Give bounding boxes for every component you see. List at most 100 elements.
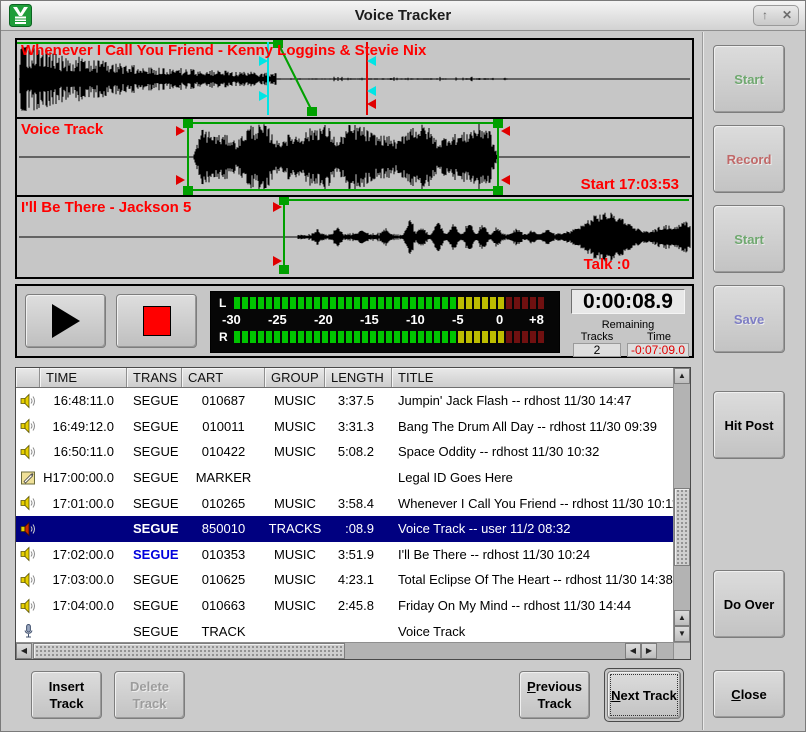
cell-title: Legal ID Goes Here (392, 470, 673, 485)
remaining-tracks-value: 2 (573, 343, 621, 357)
cell-time: 16:50:11.0 (40, 444, 127, 459)
cell-trans: SEGUE (127, 470, 182, 485)
log-row[interactable]: 16:48:11.0SEGUE010687MUSIC3:37.5Jumpin' … (16, 388, 673, 414)
col-title[interactable]: TITLE (392, 368, 673, 387)
cell-title: Whenever I Call You Friend -- rdhost 11/… (392, 496, 673, 511)
cell-title: Total Eclipse Of The Heart -- rdhost 11/… (392, 572, 673, 587)
previous-track-button[interactable]: Previous Track (519, 671, 590, 719)
cell-group: MUSIC (265, 393, 325, 408)
log-row[interactable]: SEGUETRACKVoice Track (16, 618, 673, 642)
titlebar[interactable]: Voice Tracker ↑ ✕ (1, 1, 805, 31)
col-group[interactable]: GROUP (265, 368, 325, 387)
remaining-label: Remaining (571, 319, 685, 331)
log-row[interactable]: 17:04:00.0SEGUE010663MUSIC2:45.8Friday O… (16, 593, 673, 619)
next-track-button[interactable]: Next Track (607, 671, 681, 719)
hit-post-button[interactable]: Hit Post (713, 391, 785, 459)
note-icon (16, 470, 40, 486)
log-row[interactable]: 17:01:00.0SEGUE010265MUSIC3:58.4Whenever… (16, 490, 673, 516)
vertical-scrollbar[interactable]: ▲ ▲ ▼ (673, 368, 690, 642)
scroll-up-icon[interactable]: ▲ (674, 368, 690, 384)
cell-time: 17:03:00.0 (40, 572, 127, 587)
cell-len: 4:23.1 (325, 572, 392, 587)
track3-title: I'll Be There - Jackson 5 (21, 199, 191, 216)
track-panel-overlapping-song[interactable]: Whenever I Call You Friend - Kenny Loggi… (15, 38, 694, 119)
cell-len: 3:51.9 (325, 547, 392, 562)
delete-track-button: Delete Track (114, 671, 185, 719)
elapsed-time-display: 0:00:08.9 (571, 289, 685, 314)
speaker-icon (16, 495, 40, 511)
meter-scale-tick: -15 (360, 312, 379, 327)
log-row[interactable]: 16:50:11.0SEGUE010422MUSIC5:08.2Space Od… (16, 439, 673, 465)
cell-title: Space Oddity -- rdhost 11/30 10:32 (392, 444, 673, 459)
play-icon (52, 304, 80, 338)
cell-group: MUSIC (265, 598, 325, 613)
col-icon[interactable] (16, 368, 40, 387)
close-button[interactable]: Close (713, 670, 785, 718)
log-row[interactable]: 17:03:00.0SEGUE010625MUSIC4:23.1Total Ec… (16, 567, 673, 593)
do-over-button[interactable]: Do Over (713, 570, 785, 638)
log-row[interactable]: 16:49:12.0SEGUE010011MUSIC3:31.3Bang The… (16, 414, 673, 440)
horizontal-scroll-thumb[interactable] (33, 643, 345, 659)
track-panel-voice-track[interactable]: Voice Track Start 17:03:53 (15, 119, 694, 197)
scroll-left-icon[interactable]: ◀ (16, 643, 32, 659)
meter-scale-tick: -5 (452, 312, 464, 327)
speaker-icon (16, 572, 40, 588)
vertical-scroll-thumb[interactable] (674, 488, 690, 566)
cell-title: Friday On My Mind -- rdhost 11/30 14:44 (392, 598, 673, 613)
cell-time: 16:49:12.0 (40, 419, 127, 434)
cell-trans: SEGUE (127, 521, 182, 536)
cell-group: MUSIC (265, 547, 325, 562)
cell-time: H17:00:00.0 (40, 470, 127, 485)
cell-cart: 010011 (182, 419, 265, 434)
cell-group: MUSIC (265, 419, 325, 434)
cell-cart: 850010 (182, 521, 265, 536)
cell-title: Voice Track (392, 624, 673, 639)
cell-len: 3:31.3 (325, 419, 392, 434)
insert-track-button[interactable]: Insert Track (31, 671, 102, 719)
cell-trans: SEGUE (127, 444, 182, 459)
cell-group: MUSIC (265, 572, 325, 587)
cell-title: Voice Track -- user 11/2 08:32 (392, 521, 673, 536)
scroll-down-icon[interactable]: ▼ (674, 626, 690, 642)
cell-len: 3:58.4 (325, 496, 392, 511)
maximize-icon[interactable]: ↑ (754, 6, 776, 25)
log-row[interactable]: H17:00:00.0SEGUEMARKERLegal ID Goes Here (16, 465, 673, 491)
speaker-icon (16, 393, 40, 409)
col-length[interactable]: LENGTH (325, 368, 392, 387)
cell-cart: 010422 (182, 444, 265, 459)
col-time[interactable]: TIME (40, 368, 127, 387)
track-panel-next-song[interactable]: I'll Be There - Jackson 5 Talk :0 (15, 197, 694, 279)
window-title: Voice Tracker (1, 7, 805, 24)
meter-scale-tick: 0 (496, 312, 503, 327)
speaker-icon (16, 598, 40, 614)
meter-scale-tick: -25 (268, 312, 287, 327)
start-button-track3: Start (713, 205, 785, 273)
col-cart[interactable]: CART (182, 368, 265, 387)
scroll-right-icon[interactable]: ▶ (641, 643, 657, 659)
log-row[interactable]: 17:02:00.0SEGUE010353MUSIC3:51.9I'll Be … (16, 542, 673, 568)
cell-len: 2:45.8 (325, 598, 392, 613)
cell-trans: SEGUE (127, 598, 182, 613)
track1-title: Whenever I Call You Friend - Kenny Loggi… (21, 42, 426, 59)
log-row-selected[interactable]: SEGUE850010TRACKS:08.9Voice Track -- use… (16, 516, 673, 542)
voice-tracker-window: Voice Tracker ↑ ✕ Whenever I Call You Fr… (0, 0, 806, 732)
scrollbar-corner (673, 642, 690, 659)
stop-icon (143, 306, 171, 336)
scroll-up2-icon[interactable]: ▲ (674, 610, 690, 626)
log-header: TIME TRANS CART GROUP LENGTH TITLE (16, 368, 673, 388)
save-button: Save (713, 285, 785, 353)
cell-title: I'll Be There -- rdhost 11/30 10:24 (392, 547, 673, 562)
cell-time: 17:02:00.0 (40, 547, 127, 562)
horizontal-scrollbar[interactable]: ◀ ◀ ▶ (16, 642, 673, 659)
scroll-left2-icon[interactable]: ◀ (625, 643, 641, 659)
window-close-icon[interactable]: ✕ (776, 6, 798, 25)
cell-time: 17:04:00.0 (40, 598, 127, 613)
cell-len: 3:37.5 (325, 393, 392, 408)
cell-len: :08.9 (325, 521, 392, 536)
log-table: TIME TRANS CART GROUP LENGTH TITLE 16:48… (15, 367, 691, 660)
meter-left-label: L (219, 296, 226, 310)
stop-button[interactable] (116, 294, 197, 348)
remaining-time-value: -0:07:09.0 (627, 343, 689, 357)
col-trans[interactable]: TRANS (127, 368, 182, 387)
play-button[interactable] (25, 294, 106, 348)
